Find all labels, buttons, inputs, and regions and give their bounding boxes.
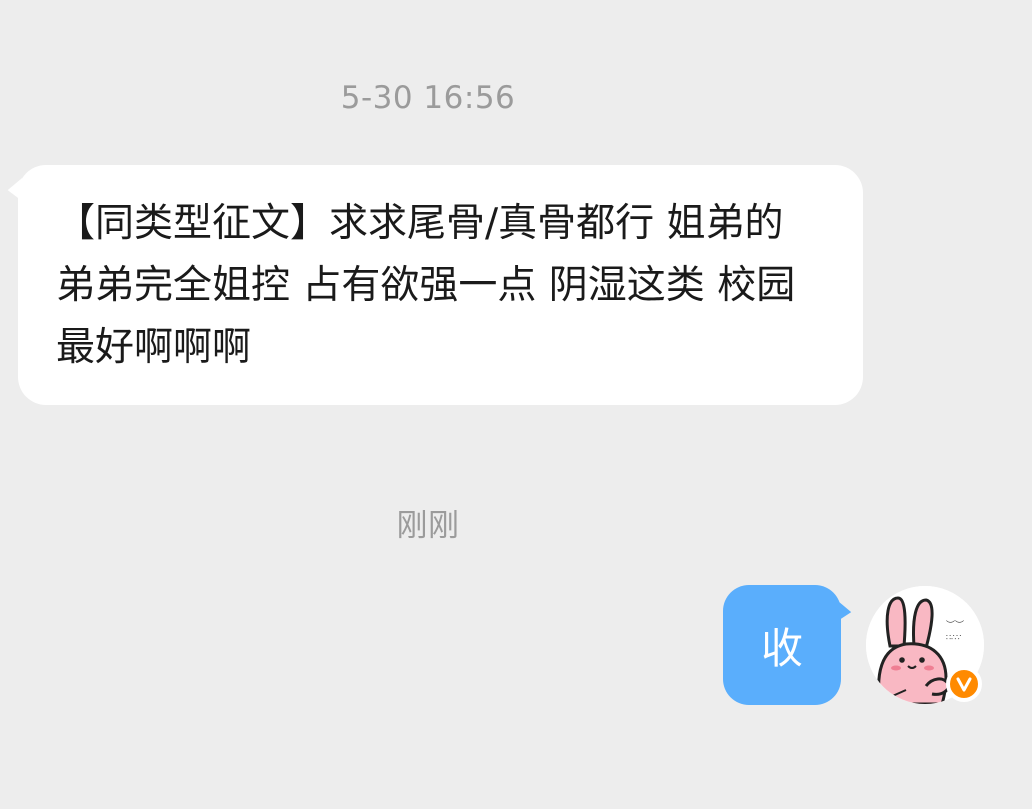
svg-text:︶︶: ︶︶ — [946, 620, 964, 631]
incoming-message-bubble[interactable]: 【同类型征文】求求尾骨/真骨都行 姐弟的 弟弟完全姐控 占有欲强一点 阴湿这类 … — [18, 165, 863, 405]
outgoing-message-bubble[interactable]: 收 — [723, 585, 841, 705]
verified-badge — [946, 666, 982, 702]
verified-v-badge-icon — [956, 677, 972, 692]
chat-area: 5-30 16:56 【同类型征文】求求尾骨/真骨都行 姐弟的 弟弟完全姐控 占… — [0, 0, 1032, 809]
svg-text:∷∴∵: ∷∴∵ — [946, 633, 961, 642]
message-timestamp: 5-30 16:56 — [340, 80, 516, 116]
outgoing-message-text: 收 — [760, 623, 803, 673]
message-timestamp-recent: 刚刚 — [396, 508, 460, 544]
incoming-message-text: 【同类型征文】求求尾骨/真骨都行 姐弟的 弟弟完全姐控 占有欲强一点 阴湿这类 … — [56, 201, 796, 370]
